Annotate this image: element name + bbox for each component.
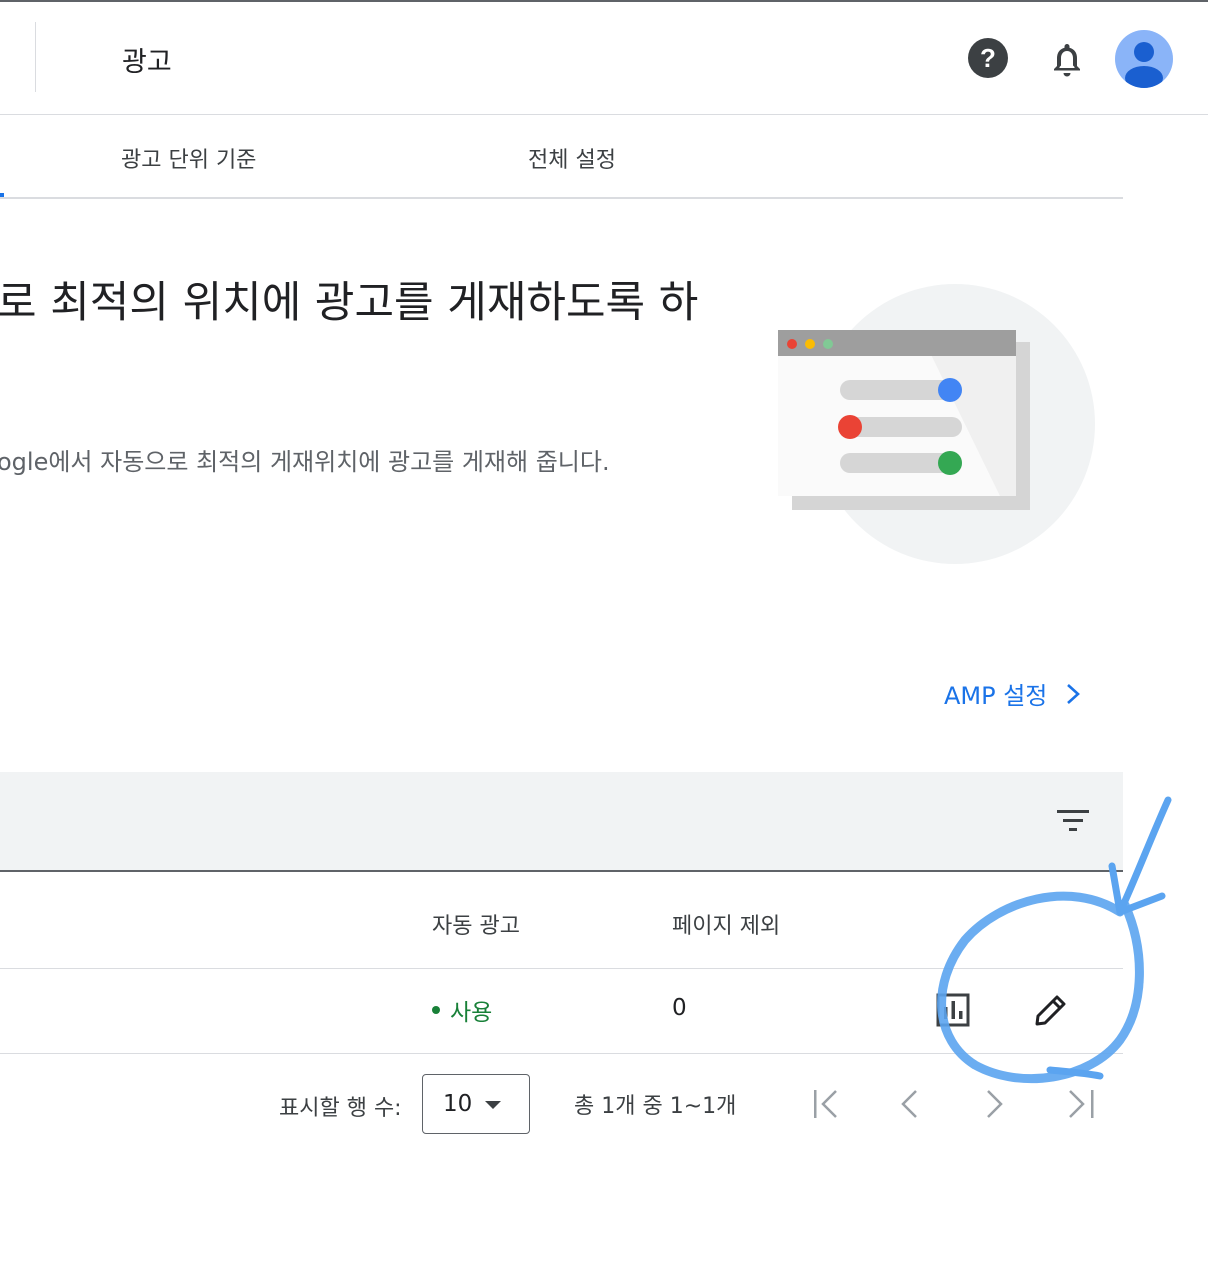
status-dot [432,1006,440,1014]
chevron-right-icon [1067,683,1081,704]
active-tab-indicator [0,193,4,197]
page-exclusions-count: 0 [672,995,687,1021]
table-toolbar [0,772,1123,872]
table-header: 자동 광고 페이지 제외 [0,872,1123,969]
auto-ads-status: 사용 [450,1000,493,1026]
rows-per-page-label: 표시할 행 수: [279,1096,402,1121]
filter-list-icon[interactable] [1055,806,1091,836]
rows-per-page-value: 10 [443,1091,473,1117]
hero-description: ogle에서 자동으로 최적의 게재위치에 광고를 게재해 줍니다. [0,448,610,476]
tab-bar: 광고 단위 기준 전체 설정 [0,115,1123,199]
next-page-icon[interactable] [978,1086,1012,1122]
pagination-bar: 표시할 행 수: 10 총 1개 중 1~1개 [0,1060,1123,1150]
auto-ads-illustration [770,280,1100,570]
chevron-down-icon [485,1101,501,1109]
help-icon[interactable]: ? [968,38,1008,78]
page-title: 광고 [122,47,172,78]
status-badge: 사용 [432,993,492,1027]
bell-icon[interactable] [1045,38,1089,82]
avatar[interactable] [1115,30,1173,88]
rows-per-page-select[interactable]: 10 [422,1074,530,1134]
header-divider [35,22,36,92]
pagination-range: 총 1개 중 1~1개 [574,1094,737,1119]
amp-settings-label: AMP 설정 [944,682,1048,710]
last-page-icon[interactable] [1064,1086,1098,1122]
previous-page-icon[interactable] [894,1086,928,1122]
amp-settings-link[interactable]: AMP 설정 [944,676,1081,711]
bar-chart-report-icon[interactable] [936,993,970,1027]
app-header: 광고 ? [0,2,1208,115]
first-page-icon[interactable] [810,1086,844,1122]
tab-ad-units[interactable]: 광고 단위 기준 [121,142,256,174]
column-header-auto-ads[interactable]: 자동 광고 [432,908,520,940]
tab-global-settings[interactable]: 전체 설정 [528,142,616,174]
pencil-edit-icon[interactable] [1032,991,1070,1029]
column-header-page-exclusions[interactable]: 페이지 제외 [672,908,780,940]
hero-title: 로 최적의 위치에 광고를 게재하도록 하 [0,278,699,328]
table-row: 사용 0 [0,969,1123,1054]
